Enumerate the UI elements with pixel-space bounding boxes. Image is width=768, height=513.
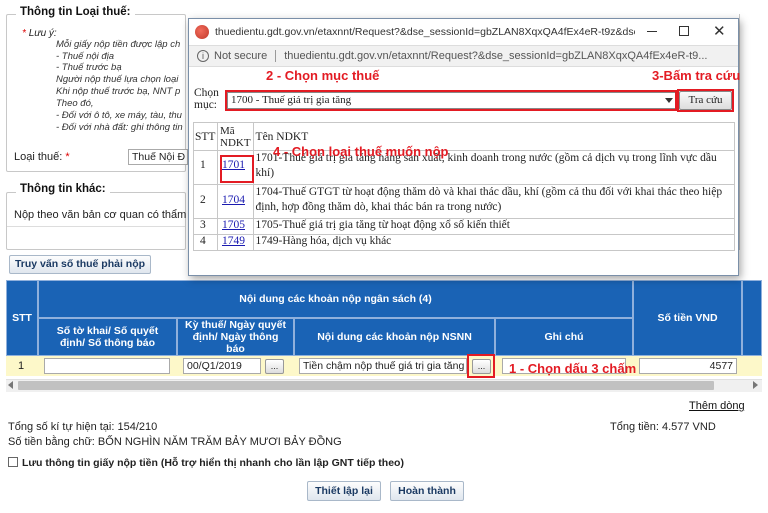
remit-by-doc-label: Nộp theo văn bản cơ quan có thẩm: [14, 209, 187, 221]
step3-highlight-box: [677, 89, 734, 112]
note-required-mark: *: [22, 28, 26, 39]
row-name: 1704-Thuế GTGT từ hoạt động thăm dò và k…: [252, 184, 736, 219]
maximize-icon[interactable]: [679, 26, 689, 36]
step1-annotation: 1 - Chọn dấu 3 chấm: [509, 361, 637, 376]
scroll-right-arrow[interactable]: [753, 381, 758, 389]
form-right-border: [739, 14, 740, 250]
note-line-5: Khi nộp thuế trước bạ, NNT p: [56, 86, 181, 97]
scroll-left-arrow[interactable]: [8, 381, 13, 389]
row-stt: 3: [193, 218, 218, 235]
ndkt-code-link[interactable]: 1749: [222, 235, 245, 247]
ndkt-code-link[interactable]: 1704: [222, 194, 245, 206]
th-code: Mã NDKT: [217, 122, 254, 151]
url-divider: [275, 50, 277, 62]
grid-header-note: Ghi chú: [495, 318, 633, 356]
tax-type-label: Loại thuế:: [14, 151, 63, 163]
row-stt: 4: [193, 234, 218, 251]
row-stt: 1: [193, 150, 218, 185]
content-input[interactable]: Tiền chậm nộp thuế giá trị gia tăng: [299, 358, 467, 374]
note-line-3: - Thuế trước bạ: [56, 62, 122, 73]
other-info-fieldset: [6, 192, 186, 250]
step2-highlight-box: [225, 90, 677, 111]
total-amount: Tổng tiền: 4.577 VND: [610, 421, 716, 433]
step2-annotation: 2 - Chọn mục thuế: [266, 68, 380, 83]
scroll-thumb[interactable]: [18, 381, 714, 390]
not-secure-label: Not secure: [214, 50, 268, 62]
other-info-row-divider: [7, 226, 185, 227]
tax-info-legend: Thông tin Loại thuế:: [16, 6, 135, 18]
row-name: 1749-Hàng hóa, dịch vụ khác: [252, 234, 736, 251]
table-row[interactable]: 4 1749 1749-Hàng hóa, dịch vụ khác: [193, 234, 736, 251]
note-line-1: Mỗi giấy nộp tiền được lập ch: [56, 39, 181, 50]
save-checkbox-label: Lưu thông tin giấy nộp tiền (Hỗ trợ hiển…: [22, 457, 404, 469]
popup-window: thuedientu.gdt.gov.vn/etaxnnt/Request?&d…: [188, 18, 741, 276]
table-row[interactable]: 2 1704 1704-Thuế GTGT từ hoạt động thăm …: [193, 184, 736, 219]
grid-header-group: Nội dung các khoản nộp ngân sách (4): [38, 280, 633, 318]
row-stt: 2: [193, 184, 218, 219]
grid-header-doc-no: Số tờ khai/ Số quyết định/ Số thông báo: [38, 318, 177, 356]
reset-button[interactable]: Thiết lập lại: [307, 481, 381, 501]
grid-header-stt: STT: [6, 280, 38, 356]
step1-highlight-box: [467, 354, 495, 378]
ndkt-table: STT Mã NDKT Tên NDKT 1 1701 1701-Thuế gi…: [193, 122, 736, 251]
popup-titlebar: thuedientu.gdt.gov.vn/etaxnnt/Request?&d…: [189, 19, 738, 45]
note-line-4: Người nộp thuế lựa chọn loại: [56, 74, 179, 85]
info-icon: i: [197, 50, 209, 62]
row-code-cell: 1705: [217, 218, 254, 235]
step4-annotation: 4 - Chọn loại thuế muốn nộp: [273, 144, 449, 159]
char-count: Tổng số kí tự hiện tại: 154/210: [8, 421, 158, 433]
period-picker-button[interactable]: ...: [265, 359, 284, 374]
finish-button[interactable]: Hoàn thành: [390, 481, 464, 501]
minimize-icon[interactable]: [647, 31, 657, 32]
query-tax-button[interactable]: Truy vấn số thuế phải nộp: [9, 255, 151, 274]
grid-header-extra: [742, 280, 762, 356]
step4-highlight-box: [220, 155, 254, 183]
popup-title: thuedientu.gdt.gov.vn/etaxnnt/Request?&d…: [215, 26, 635, 38]
row-name: 1705-Thuế giá trị gia tăng từ hoạt động …: [252, 218, 736, 235]
choose-label: Chọn mục:: [194, 87, 219, 111]
th-stt: STT: [193, 122, 218, 151]
doc-no-input[interactable]: [44, 358, 170, 374]
tax-type-label-wrap: Loại thuế: *: [14, 151, 70, 163]
period-input[interactable]: 00/Q1/2019: [183, 358, 261, 374]
grid-row-stt: 1: [18, 360, 25, 372]
popup-address-bar[interactable]: i Not secure thuedientu.gdt.gov.vn/etaxn…: [189, 45, 738, 67]
site-favicon-icon: [195, 25, 209, 39]
note-label-wrap: * Lưu ý:: [22, 28, 57, 39]
tax-type-select[interactable]: Thuế Nội Đ: [128, 149, 188, 165]
note-line-2: - Thuế nội địa: [56, 51, 115, 62]
note-line-8: - Đối với nhà đất: ghi thông tin: [56, 122, 183, 133]
ndkt-code-link[interactable]: 1705: [222, 219, 245, 231]
popup-url: thuedientu.gdt.gov.vn/etaxnnt/Request?&d…: [284, 50, 708, 62]
table-row[interactable]: 3 1705 1705-Thuế giá trị gia tăng từ hoạ…: [193, 218, 736, 235]
grid-header-period: Kỳ thuế/ Ngày quyết định/ Ngày thông báo: [177, 318, 294, 356]
amount-in-words: Số tiền bằng chữ: BỐN NGHÌN NĂM TRĂM BẢY…: [8, 436, 342, 448]
save-checkbox[interactable]: [8, 457, 18, 467]
grid-header-amount: Số tiền VND: [633, 280, 742, 356]
amount-input[interactable]: 4577: [639, 358, 737, 374]
row-code-cell: 1749: [217, 234, 254, 251]
step3-annotation: 3-Bấm tra cứu: [652, 68, 741, 83]
other-info-legend: Thông tin khác:: [16, 183, 110, 195]
row-code-cell: 1704: [217, 184, 254, 219]
close-icon[interactable]: ✕: [713, 22, 726, 40]
tax-type-required-mark: *: [65, 151, 70, 163]
note-line-7: - Đối với ô tô, xe máy, tàu, thu: [56, 110, 182, 121]
grid-header-content: Nội dung các khoản nộp NSNN: [294, 318, 495, 356]
note-label: Lưu ý:: [28, 28, 57, 39]
add-row-link[interactable]: Thêm dòng: [689, 400, 745, 412]
note-line-6: Theo đó,: [56, 98, 94, 109]
